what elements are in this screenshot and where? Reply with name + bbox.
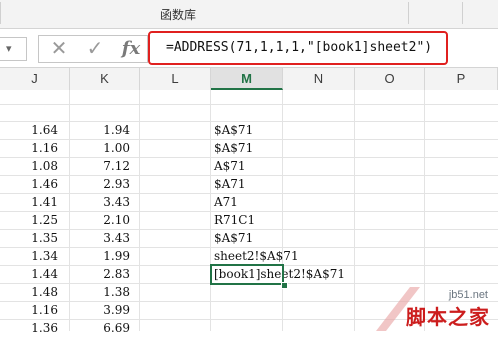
cell-k[interactable]: 2.10 [70,211,130,230]
cell-j[interactable]: 1.64 [0,121,58,140]
column-header-o[interactable]: O [355,68,425,90]
cell-k[interactable]: 1.99 [70,247,130,266]
cell-j[interactable]: 1.48 [0,283,58,302]
watermark-logo: jb51.net 脚本之家 [376,287,496,331]
name-box[interactable]: ▾ [0,37,27,61]
column-header-k[interactable]: K [70,68,140,90]
cell-m[interactable]: R71C1 [214,211,255,230]
cell-m[interactable]: $A$71 [214,139,253,158]
cell-m[interactable]: A71 [214,193,238,212]
cell-k[interactable]: 3.99 [70,301,130,320]
grid-row-line [0,104,498,105]
cell-j[interactable]: 1.34 [0,247,58,266]
cell-m[interactable]: $A$71 [214,121,253,140]
enter-icon[interactable]: ✓ [79,36,111,62]
ribbon-divider [408,2,409,24]
ribbon-group-label-function-library: 函数库 [160,8,197,22]
chevron-down-icon[interactable]: ▾ [6,42,12,55]
cell-j[interactable]: 1.35 [0,229,58,248]
cell-k[interactable]: 3.43 [70,229,130,248]
active-cell-selection[interactable] [210,264,284,285]
ribbon-divider [462,2,463,24]
cell-m[interactable]: $A$71 [214,229,253,248]
fill-handle[interactable] [281,282,288,289]
cell-j[interactable]: 1.46 [0,175,58,194]
cell-k[interactable]: 2.83 [70,265,130,284]
cell-j[interactable]: 1.16 [0,301,58,320]
formula-text[interactable]: =ADDRESS(71,1,1,1,"[book1]sheet2") [166,40,432,55]
column-header-row: J K L M N O P [0,68,498,91]
insert-function-icon[interactable]: fx [115,36,147,62]
column-header-j[interactable]: J [0,68,70,90]
cell-j[interactable]: 1.36 [0,319,58,338]
cancel-icon[interactable]: ✕ [43,36,75,62]
cell-k[interactable]: 1.38 [70,283,130,302]
formula-input[interactable]: =ADDRESS(71,1,1,1,"[book1]sheet2") [148,31,448,65]
cell-j[interactable]: 1.08 [0,157,58,176]
formula-bar: ▾ ✕ ✓ fx =ADDRESS(71,1,1,1,"[book1]sheet… [0,29,498,68]
cell-m[interactable]: A$71 [214,157,246,176]
cell-j[interactable]: 1.16 [0,139,58,158]
cell-k[interactable]: 7.12 [70,157,130,176]
column-header-l[interactable]: L [140,68,211,90]
formula-bar-buttons: ✕ ✓ fx [38,35,148,63]
watermark-name: 脚本之家 [406,305,490,329]
cell-k[interactable]: 1.94 [70,121,130,140]
column-header-m[interactable]: M [211,68,283,90]
cell-j[interactable]: 1.44 [0,265,58,284]
cell-j[interactable]: 1.41 [0,193,58,212]
column-header-p[interactable]: P [425,68,498,90]
ribbon-strip: 函数库 [0,0,498,29]
cell-k[interactable]: 6.69 [70,319,130,338]
ribbon-divider [0,2,1,24]
cell-j[interactable]: 1.25 [0,211,58,230]
watermark-url: jb51.net [448,289,488,301]
column-header-n[interactable]: N [283,68,355,90]
cell-k[interactable]: 1.00 [70,139,130,158]
cell-k[interactable]: 3.43 [70,193,130,212]
cell-k[interactable]: 2.93 [70,175,130,194]
cell-m[interactable]: $A71 [214,175,246,194]
